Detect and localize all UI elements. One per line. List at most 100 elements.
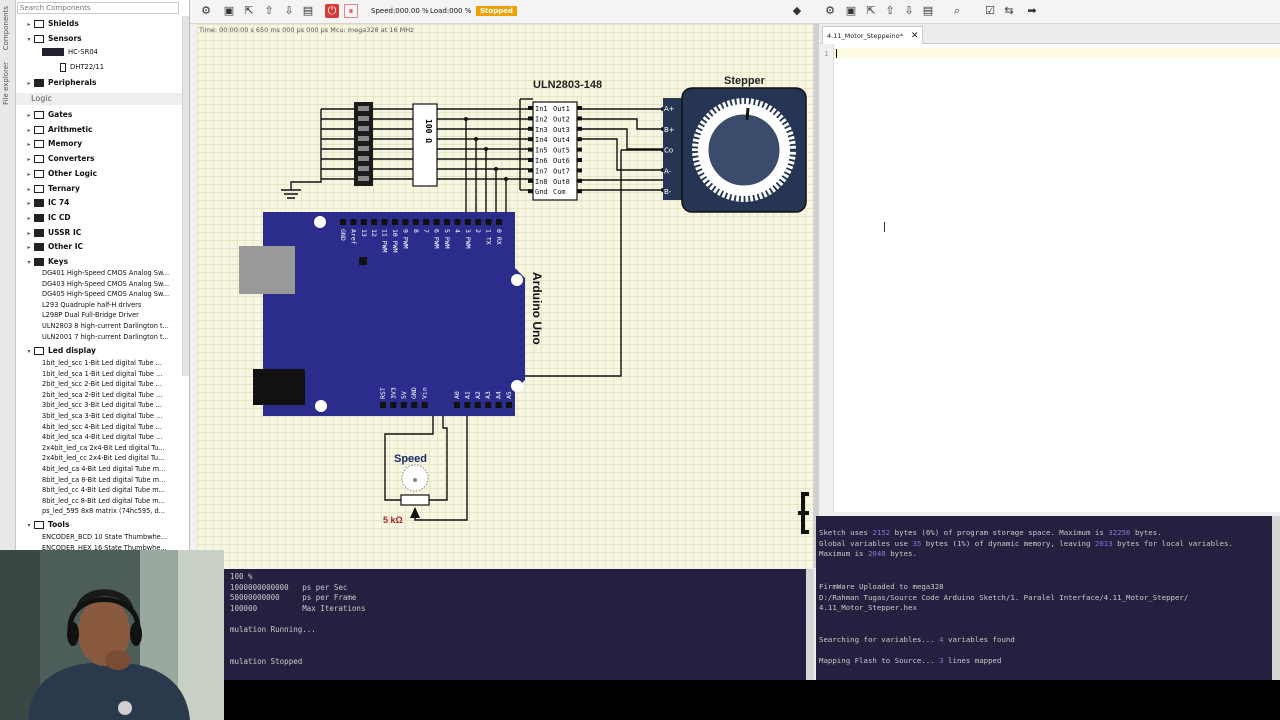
- uln-input-pin[interactable]: [528, 116, 533, 121]
- tree-item-peripherals[interactable]: ▸ Peripherals: [24, 77, 96, 88]
- gear-icon[interactable]: ⚙: [199, 4, 213, 18]
- check-icon[interactable]: ☑: [983, 4, 997, 18]
- resistor-network[interactable]: [412, 103, 438, 187]
- tree-item-led[interactable]: 2x4bit_led_ca 2x4-Bit Led digital Tu...: [42, 443, 165, 454]
- uln-input-pin[interactable]: [528, 168, 533, 173]
- tree-item-hc-sr04[interactable]: HC-SR04: [42, 46, 98, 57]
- header-pin[interactable]: [454, 219, 461, 225]
- uln-input-pin[interactable]: [528, 106, 533, 110]
- potentiometer[interactable]: [400, 494, 430, 506]
- tree-item-key[interactable]: DG401 High-Speed CMOS Analog Sw...: [42, 268, 169, 279]
- tree-item-tool[interactable]: ENCODER_HEX 16 State Thumbwhe...: [42, 543, 167, 550]
- open-icon[interactable]: ▣: [222, 4, 236, 18]
- expand-arrow-icon[interactable]: ▸: [24, 184, 34, 195]
- compile-icon[interactable]: ⇆: [1002, 4, 1016, 18]
- uln-output-pin[interactable]: [577, 189, 582, 194]
- header-pin[interactable]: [360, 219, 367, 225]
- compiler-console[interactable]: Sketch uses 2152 bytes (6%) of program s…: [816, 516, 1272, 680]
- tree-item-led[interactable]: 4bit_led_scc 4-Bit Led digital Tube ...: [42, 422, 162, 433]
- tree-item-led[interactable]: 1bit_led_sca 1-Bit Led digital Tube ...: [42, 369, 162, 380]
- tree-item-logic[interactable]: ▸ IC CD: [24, 212, 71, 223]
- tree-item-tools[interactable]: ▾ Tools: [24, 519, 69, 530]
- export-icon[interactable]: ⇱: [242, 4, 256, 18]
- header-pin[interactable]: [421, 402, 428, 408]
- tree-item-led[interactable]: 2bit_led_scc 2-Bit Led digital Tube ...: [42, 379, 162, 390]
- header-pin[interactable]: [371, 219, 378, 225]
- tree-item-tool[interactable]: ENCODER_BCD 10 State Thumbwhe...: [42, 532, 167, 543]
- header-pin[interactable]: [464, 219, 471, 225]
- power-icon[interactable]: ⏻: [325, 4, 339, 18]
- expand-arrow-icon[interactable]: ▸: [24, 198, 34, 209]
- tree-item-logic[interactable]: ▸ Converters: [24, 153, 95, 164]
- new-icon[interactable]: ▤: [921, 4, 935, 18]
- tree-item-logic[interactable]: ▸ USSR IC: [24, 227, 81, 238]
- header-pin[interactable]: [454, 402, 460, 408]
- header-pin[interactable]: [381, 219, 388, 225]
- uln-input-pin[interactable]: [528, 137, 533, 142]
- uln-input-pin[interactable]: [528, 189, 533, 194]
- tree-item-logic[interactable]: ▾ Keys: [24, 256, 68, 267]
- logic-section-header[interactable]: Logic: [16, 93, 182, 105]
- expand-arrow-icon[interactable]: ▸: [24, 213, 34, 224]
- tree-item-logic[interactable]: ▸ Ternary: [24, 183, 80, 194]
- diamond-icon[interactable]: ◆: [790, 4, 804, 18]
- uln-input-pin[interactable]: [528, 126, 533, 131]
- pause-icon[interactable]: ⏸: [344, 4, 358, 18]
- header-pin[interactable]: [496, 219, 502, 225]
- header-pin[interactable]: [423, 219, 430, 225]
- header-pin[interactable]: [485, 402, 492, 408]
- editor-tab[interactable]: 4.11_Motor_Steppeino* ✕: [822, 26, 924, 44]
- uln-output-pin[interactable]: [577, 116, 582, 121]
- tree-item-logic[interactable]: ▸ Other IC: [24, 241, 83, 252]
- expand-arrow-icon[interactable]: ▸: [24, 110, 34, 121]
- tree-item-led[interactable]: 1bit_led_scc 1-Bit Led digital Tube ...: [42, 358, 162, 369]
- uln-output-pin[interactable]: [577, 147, 582, 152]
- expand-arrow-icon[interactable]: ▸: [24, 125, 34, 136]
- tree-item-key[interactable]: ULN2803 8 high-current Darlington t...: [42, 321, 169, 332]
- close-icon[interactable]: ✕: [911, 31, 919, 41]
- tree-item-key[interactable]: ULN2001 7 high-current Darlington t...: [42, 332, 169, 343]
- tab-file-explorer[interactable]: File explorer: [2, 62, 10, 105]
- tree-item-sensors[interactable]: ▾ Sensors: [24, 33, 82, 44]
- dip-switch[interactable]: [354, 102, 373, 186]
- upload-arrow-icon[interactable]: ➡: [1025, 4, 1039, 18]
- tree-item-led[interactable]: 2x4bit_led_cc 2x4-Bit Led digital Tu...: [42, 453, 164, 464]
- tree-item-logic[interactable]: ▸ Memory: [24, 138, 82, 149]
- tree-item-logic[interactable]: ▸ Gates: [24, 109, 72, 120]
- tab-components[interactable]: Components: [2, 6, 10, 50]
- compiler-console-scrollbar[interactable]: [1272, 516, 1280, 680]
- uln-input-pin[interactable]: [528, 158, 533, 162]
- save-icon[interactable]: ⇩: [282, 4, 296, 18]
- console-scrollbar[interactable]: [806, 569, 814, 680]
- header-pin[interactable]: [464, 402, 471, 408]
- header-pin[interactable]: [433, 219, 440, 225]
- header-pin[interactable]: [400, 402, 407, 408]
- tree-item-led[interactable]: 2bit_led_sca 2-Bit Led digital Tube ...: [42, 390, 162, 401]
- uln-output-pin[interactable]: [577, 106, 582, 110]
- export-icon[interactable]: ⇱: [864, 4, 878, 18]
- tree-item-led[interactable]: 3bit_led_sca 3-Bit Led digital Tube ...: [42, 411, 162, 422]
- tree-item-led[interactable]: 8bit_led_ca 8-Bit Led digital Tube m...: [42, 475, 165, 486]
- tree-item-led[interactable]: 8bit_led_cc 8-Bit Led digital Tube m...: [42, 496, 165, 507]
- tree-scrollbar[interactable]: [182, 16, 189, 376]
- code-editor[interactable]: 1: [820, 44, 1280, 512]
- tree-item-led[interactable]: ps_led_595 8x8 matrix (74hc595, d...: [42, 506, 165, 517]
- expand-arrow-icon[interactable]: ▾: [24, 257, 34, 268]
- uln-output-pin[interactable]: [577, 168, 582, 173]
- header-pin[interactable]: [485, 219, 492, 225]
- tree-item-led[interactable]: 8bit_led_cc 4-Bit Led digital Tube m...: [42, 485, 165, 496]
- simulation-console[interactable]: 100 % 1000000000000 ps per Sec 50000000000…: [224, 569, 806, 680]
- tree-item-key[interactable]: DG405 High-Speed CMOS Analog Sw...: [42, 289, 169, 300]
- search-components-input[interactable]: [17, 2, 179, 14]
- header-pin[interactable]: [402, 219, 409, 225]
- uln-input-pin[interactable]: [528, 178, 533, 183]
- open-icon[interactable]: ▣: [844, 4, 858, 18]
- header-pin[interactable]: [411, 402, 418, 408]
- uln-output-pin[interactable]: [577, 158, 582, 162]
- header-pin[interactable]: [474, 402, 481, 408]
- uln-input-pin[interactable]: [528, 147, 533, 152]
- header-pin[interactable]: [392, 219, 398, 225]
- reset-button[interactable]: [359, 257, 367, 265]
- tree-item-led[interactable]: 4bit_led_sca 4-Bit Led digital Tube ...: [42, 432, 162, 443]
- expand-arrow-icon[interactable]: ▸: [24, 139, 34, 150]
